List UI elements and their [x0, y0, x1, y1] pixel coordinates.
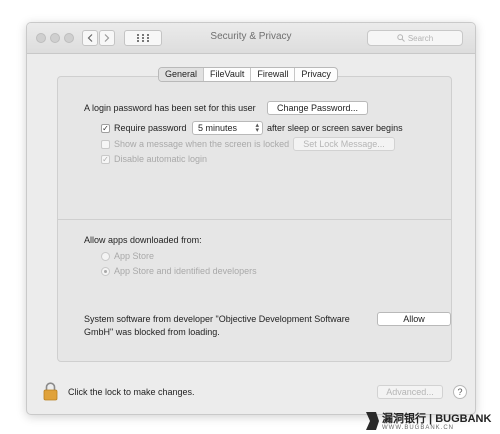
blocked-message-line2: GmbH" was blocked from loading.: [84, 327, 220, 337]
search-icon: [397, 34, 405, 42]
lock-instruction-text: Click the lock to make changes.: [68, 387, 195, 397]
tab-firewall[interactable]: Firewall: [251, 68, 296, 81]
show-message-label: Show a message when the screen is locked: [114, 139, 290, 149]
show-message-checkbox[interactable]: [101, 140, 110, 149]
blocked-message-line1: System software from developer "Objectiv…: [84, 314, 350, 324]
watermark-text: 漏洞银行 | BUGBANK: [382, 413, 492, 425]
search-placeholder: Search: [407, 33, 434, 43]
watermark: 漏洞银行 | BUGBANK WWW.BUGBANK.CN: [362, 408, 500, 434]
radio-app-store-identified-label: App Store and identified developers: [114, 266, 257, 276]
radio-app-store[interactable]: [101, 252, 110, 261]
tab-filevault[interactable]: FileVault: [204, 68, 252, 81]
title-bar: Security & Privacy Search: [27, 23, 475, 54]
disable-autologin-label: Disable automatic login: [114, 154, 208, 164]
disable-autologin-checkbox[interactable]: ✓: [101, 155, 110, 164]
radio-app-store-identified[interactable]: [101, 267, 110, 276]
change-password-button[interactable]: Change Password...: [267, 101, 368, 115]
select-arrows-icon: ▴ ▾: [255, 122, 259, 134]
require-password-checkbox[interactable]: ✓: [101, 124, 110, 133]
bugbank-logo-icon: [366, 412, 379, 430]
delay-value: 5 minutes: [198, 123, 238, 133]
lock-icon[interactable]: [43, 382, 58, 401]
preferences-window: Security & Privacy Search General FileVa…: [26, 22, 476, 415]
help-button[interactable]: ?: [453, 385, 467, 399]
allow-apps-heading: Allow apps downloaded from:: [84, 235, 202, 245]
set-lock-message-button[interactable]: Set Lock Message...: [293, 137, 395, 151]
radio-app-store-label: App Store: [114, 251, 155, 261]
tab-bar: General FileVault Firewall Privacy: [158, 67, 338, 82]
tab-general[interactable]: General: [159, 68, 205, 81]
require-password-suffix: after sleep or screen saver begins: [267, 123, 403, 133]
require-password-delay-select[interactable]: 5 minutes ▴ ▾: [192, 121, 263, 135]
section-divider: [57, 219, 452, 220]
allow-button[interactable]: Allow: [377, 312, 451, 326]
advanced-button[interactable]: Advanced...: [377, 385, 443, 399]
search-field[interactable]: Search: [367, 30, 463, 46]
watermark-url: WWW.BUGBANK.CN: [382, 425, 454, 431]
login-password-text: A login password has been set for this u…: [84, 103, 256, 113]
tab-privacy[interactable]: Privacy: [295, 68, 337, 81]
require-password-label: Require password: [114, 123, 187, 133]
